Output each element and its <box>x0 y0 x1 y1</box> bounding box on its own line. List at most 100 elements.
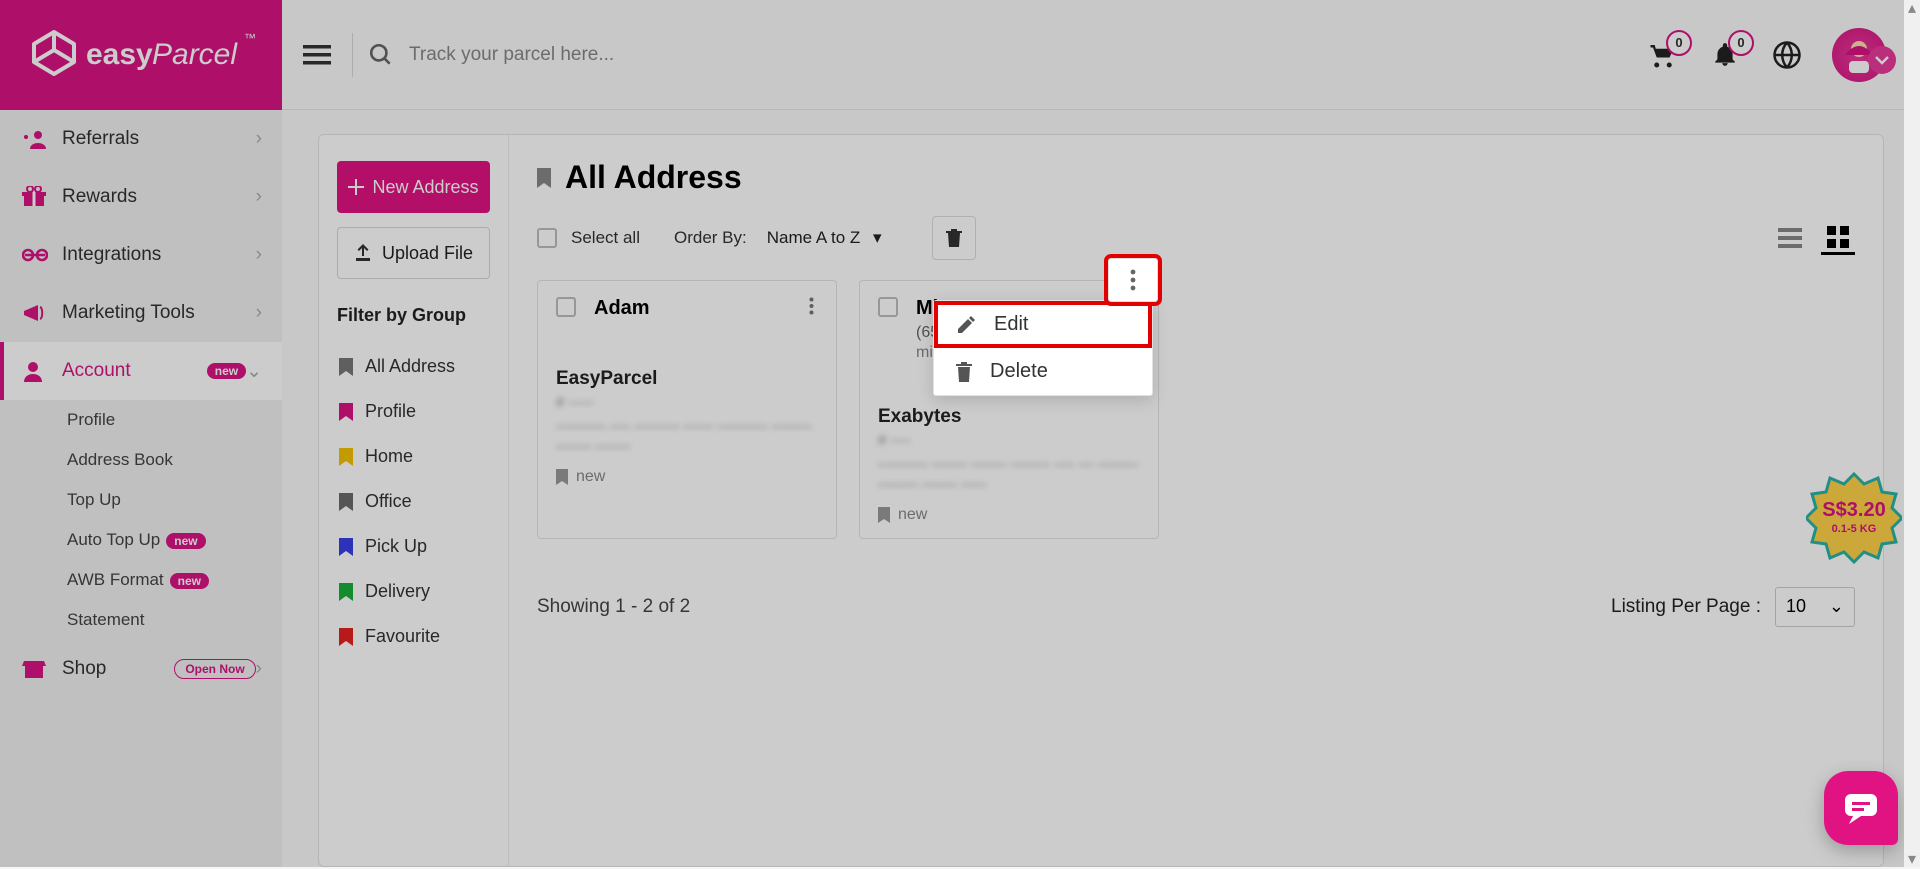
promo-badge[interactable]: S$3.20 0.1-5 KG <box>1806 470 1902 566</box>
group-item-all-address[interactable]: All Address <box>337 344 490 389</box>
group-item-pick-up[interactable]: Pick Up <box>337 524 490 569</box>
new-badge: new <box>207 363 246 379</box>
card-checkbox[interactable] <box>878 297 898 317</box>
bulk-delete-button[interactable] <box>932 216 976 260</box>
new-address-button[interactable]: New Address <box>337 161 490 213</box>
sidebar-item-rewards[interactable]: Rewards › <box>0 168 282 226</box>
scroll-down-arrow-icon[interactable]: ▾ <box>1904 851 1920 867</box>
scroll-up-arrow-icon[interactable]: ▴ <box>1904 0 1920 16</box>
button-label: New Address <box>372 177 478 198</box>
menu-item-label: Delete <box>990 360 1048 383</box>
page-body: New Address Upload File Filter by Group … <box>282 110 1920 867</box>
sidebar-item-referrals[interactable]: Referrals › <box>0 110 282 168</box>
sidebar-sub-addressbook[interactable]: Address Book <box>0 440 282 480</box>
sidebar-item-account[interactable]: Account new ⌄ <box>0 342 282 400</box>
menu-toggle-icon[interactable] <box>282 45 352 65</box>
group-item-profile[interactable]: Profile <box>337 389 490 434</box>
bookmark-icon <box>339 538 353 556</box>
content-panel: New Address Upload File Filter by Group … <box>318 134 1884 867</box>
chevron-right-icon: › <box>256 302 262 324</box>
select-all-checkbox[interactable] <box>537 228 557 248</box>
card-action-menu: Edit Delete <box>933 300 1153 396</box>
card-address: ---------- ------- ------- -------- ----… <box>878 455 1140 496</box>
sidebar-sub-profile[interactable]: Profile <box>0 400 282 440</box>
chevron-down-icon[interactable] <box>1868 46 1896 74</box>
bookmark-icon <box>339 493 353 511</box>
cart-badge: 0 <box>1666 30 1692 56</box>
bookmark-icon <box>339 583 353 601</box>
group-item-favourite[interactable]: Favourite <box>337 614 490 659</box>
sidebar-sub-topup[interactable]: Top Up <box>0 480 282 520</box>
search-icon[interactable] <box>353 42 409 68</box>
gift-icon <box>22 186 62 208</box>
filter-group-heading: Filter by Group <box>337 305 490 326</box>
menu-item-delete[interactable]: Delete <box>934 348 1152 395</box>
link-icon <box>22 248 62 262</box>
pencil-icon <box>956 315 976 335</box>
order-by-select[interactable]: Name A to Z ▾ <box>757 222 908 254</box>
bell-icon[interactable]: 0 <box>1708 38 1742 72</box>
card-company: EasyParcel <box>556 368 818 390</box>
grid-view-button[interactable] <box>1821 221 1855 255</box>
shop-icon <box>22 659 62 679</box>
panel-right-column: All Address Select all Order By: Name A … <box>509 135 1883 866</box>
upload-file-button[interactable]: Upload File <box>337 227 490 279</box>
address-card: Adam EasyParcel # ----- ---------- ---- … <box>537 280 837 539</box>
chat-button[interactable] <box>1824 771 1898 845</box>
grid-icon <box>1827 226 1849 248</box>
group-label: Profile <box>365 401 416 422</box>
bookmark-icon <box>878 507 890 523</box>
sidebar-item-marketing[interactable]: Marketing Tools › <box>0 284 282 342</box>
sidebar-sub-awb[interactable]: AWB Formatnew <box>0 560 282 600</box>
listing-per-page-label: Listing Per Page : <box>1611 596 1761 618</box>
sidebar-item-label: Rewards <box>62 186 256 208</box>
more-vertical-icon <box>1130 269 1136 291</box>
sidebar-item-shop[interactable]: Shop Open Now › <box>0 640 282 698</box>
search-input[interactable] <box>409 44 1646 66</box>
list-view-button[interactable] <box>1773 221 1807 255</box>
group-item-delivery[interactable]: Delivery <box>337 569 490 614</box>
bookmark-icon <box>339 448 353 466</box>
card-ref: # ----- <box>556 394 818 411</box>
window-scrollbar[interactable]: ▴ ▾ <box>1904 0 1920 867</box>
group-label: All Address <box>365 356 455 377</box>
account-submenu: Profile Address Book Top Up Auto Top Upn… <box>0 400 282 640</box>
sidebar-item-label: Marketing Tools <box>62 302 256 324</box>
chevron-right-icon: › <box>256 128 262 150</box>
sidebar-sub-statement[interactable]: Statement <box>0 600 282 640</box>
cart-icon[interactable]: 0 <box>1646 38 1680 72</box>
chevron-right-icon: › <box>256 658 262 680</box>
sidebar-item-label: Referrals <box>62 128 256 150</box>
new-badge: new <box>170 573 209 589</box>
globe-icon[interactable] <box>1770 38 1804 72</box>
user-icon <box>22 360 62 382</box>
upload-icon <box>354 244 372 262</box>
group-label: Pick Up <box>365 536 427 557</box>
card-more-button-highlighted[interactable] <box>1108 258 1158 302</box>
sidebar-sub-autotopup[interactable]: Auto Top Upnew <box>0 520 282 560</box>
bookmark-icon <box>339 358 353 376</box>
card-checkbox[interactable] <box>556 297 576 317</box>
user-avatar[interactable] <box>1832 28 1886 82</box>
list-icon <box>1778 228 1802 248</box>
bell-badge: 0 <box>1728 30 1754 56</box>
order-by-label: Order By: <box>674 228 747 248</box>
group-item-office[interactable]: Office <box>337 479 490 524</box>
bookmark-icon <box>339 403 353 421</box>
card-name: Adam <box>594 297 650 320</box>
new-badge: new <box>166 533 205 549</box>
sidebar-item-label: Integrations <box>62 244 256 266</box>
megaphone-icon <box>22 303 62 323</box>
page-title: All Address <box>565 159 742 196</box>
logo[interactable]: easy Parcel ™ <box>0 0 282 110</box>
card-more-button[interactable] <box>796 291 826 321</box>
bookmark-icon <box>556 469 568 485</box>
card-ref: # ---- <box>878 432 1140 449</box>
dropdown-arrow-icon: ⌄ <box>1829 596 1844 617</box>
listing-per-page-select[interactable]: 10 ⌄ <box>1775 587 1855 627</box>
group-item-home[interactable]: Home <box>337 434 490 479</box>
sidebar-item-integrations[interactable]: Integrations › <box>0 226 282 284</box>
referrals-icon <box>22 129 62 149</box>
card-tag: new <box>556 468 818 486</box>
menu-item-edit[interactable]: Edit <box>934 301 1152 348</box>
